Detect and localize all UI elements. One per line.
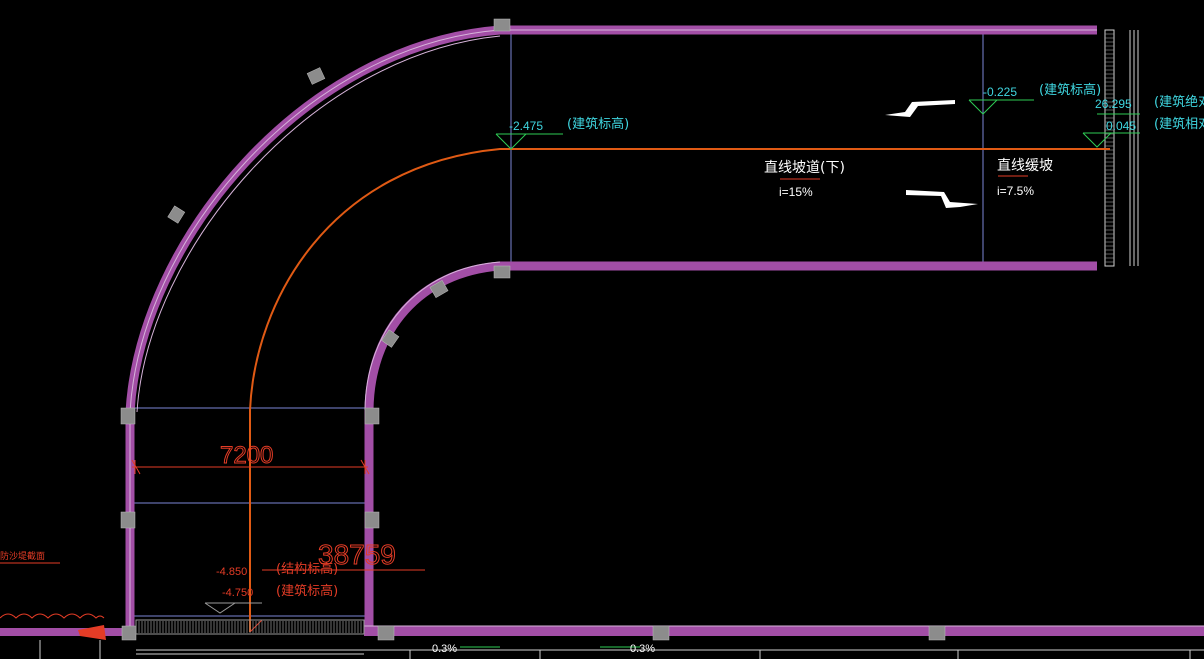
drawing-background	[0, 0, 1204, 659]
elev-struct-note: (结构标高)	[276, 561, 338, 577]
column	[364, 407, 380, 425]
column	[928, 625, 946, 641]
column	[652, 625, 670, 641]
elev-edge-bottom-note: (建筑相对	[1154, 116, 1204, 132]
left-edge-note: 防沙堤截面	[0, 550, 45, 562]
column	[120, 511, 136, 529]
elev-edge-bottom-value: 0.045	[1106, 119, 1136, 133]
elev-arch-note: (建筑标高)	[276, 583, 338, 599]
trench-slope-right: 0.3%	[630, 643, 655, 655]
ramp-straight-slope: i=15%	[779, 185, 813, 199]
column	[493, 265, 511, 279]
column	[120, 407, 136, 425]
column	[377, 625, 395, 641]
ramp-plan-drawing: -2.475 (建筑标高) -0.225 (建筑标高) 26.295 (建筑绝对…	[0, 0, 1204, 659]
column	[121, 625, 137, 641]
elev-upper-right-value: -0.225	[983, 85, 1017, 99]
width-dimension-text: 7200	[220, 442, 273, 469]
column	[364, 511, 380, 529]
ramp-gentle-title: 直线缓坡	[997, 157, 1053, 174]
column	[493, 18, 511, 32]
elev-upper-mid-note: (建筑标高)	[567, 116, 629, 132]
elev-upper-right-note: (建筑标高)	[1039, 82, 1101, 98]
elev-arch-value: -4.750	[222, 587, 253, 599]
ramp-gentle-slope: i=7.5%	[997, 184, 1034, 198]
elev-edge-top-value: 26.295	[1095, 97, 1132, 111]
elev-struct-value: -4.850	[216, 566, 247, 578]
elev-edge-top-note: (建筑绝对	[1154, 94, 1204, 110]
elev-upper-mid-value: -2.475	[509, 119, 543, 133]
ramp-straight-title: 直线坡道(下)	[764, 159, 845, 176]
trench-slope-left: 0.3%	[432, 643, 457, 655]
